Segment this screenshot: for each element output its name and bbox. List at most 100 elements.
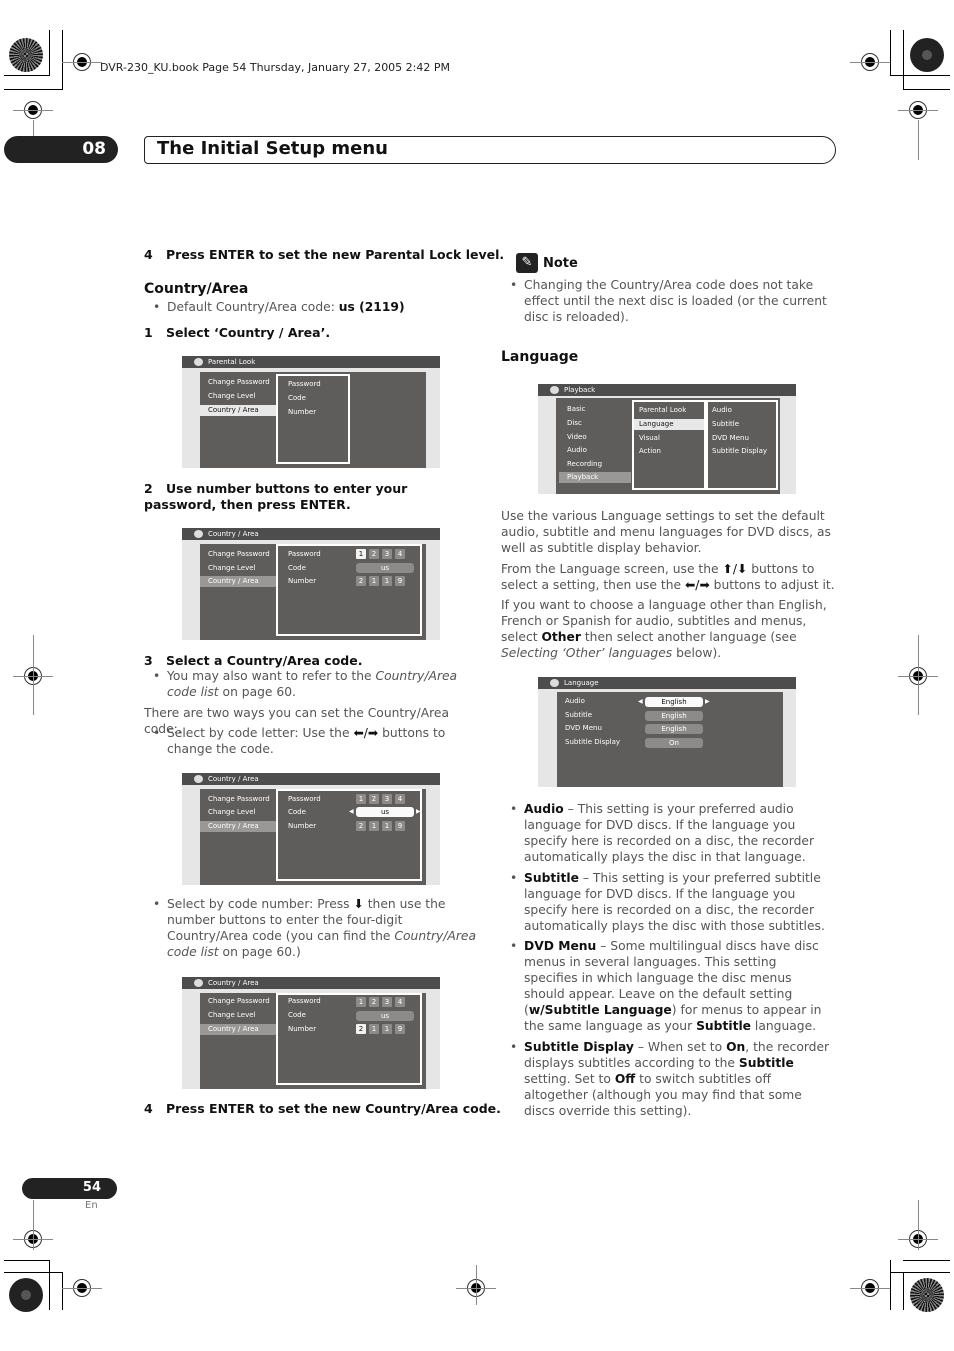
crop-mark xyxy=(62,30,63,90)
setting-label-subtitle: Subtitle xyxy=(565,711,593,719)
password-digit[interactable]: 2 xyxy=(369,794,379,804)
crop-mark xyxy=(4,1260,50,1261)
bold-term: Off xyxy=(614,1072,636,1086)
number-digit[interactable]: 1 xyxy=(369,821,379,831)
paragraph-text: buttons to adjust it. xyxy=(709,578,835,592)
step-number: 4 xyxy=(144,1101,153,1116)
option-subtitle[interactable]: Subtitle xyxy=(708,419,739,430)
code-value[interactable]: us xyxy=(356,807,414,817)
option-subtitle-display[interactable]: Subtitle Display xyxy=(708,446,767,457)
number-digit[interactable]: 1 xyxy=(382,1024,392,1034)
disc-icon xyxy=(194,775,203,783)
osd-title: Parental Look xyxy=(208,358,256,366)
password-digit[interactable]: 4 xyxy=(395,997,405,1007)
arrow-right-icon[interactable]: ▶ xyxy=(416,808,421,815)
submenu-visual[interactable]: Visual xyxy=(634,433,704,444)
menu-item-recording[interactable]: Recording xyxy=(559,459,631,470)
number-digit[interactable]: 9 xyxy=(395,821,405,831)
setting-value-subtitle[interactable]: English xyxy=(645,711,703,721)
number-digit[interactable]: 9 xyxy=(395,576,405,586)
registration-line xyxy=(918,120,919,160)
number-digit[interactable]: 1 xyxy=(382,576,392,586)
submenu-action[interactable]: Action xyxy=(634,446,704,457)
paragraph-text: then select another language (see xyxy=(580,630,797,644)
step-text: Select ‘Country / Area’. xyxy=(166,325,331,340)
arrow-left-icon[interactable]: ◀ xyxy=(349,808,354,815)
step-text: Select a Country/Area code. xyxy=(166,653,363,668)
number-digit-active[interactable]: 2 xyxy=(356,1024,366,1034)
submenu-language[interactable]: Language xyxy=(634,419,704,430)
registration-mark-icon xyxy=(62,1279,102,1297)
registration-mark-icon xyxy=(898,101,938,119)
up-down-arrow-icon: ⬆/⬇ xyxy=(722,562,748,576)
menu-item-country-area[interactable]: Country / Area xyxy=(200,576,276,587)
password-digit[interactable]: 2 xyxy=(369,997,379,1007)
option-audio[interactable]: Audio xyxy=(708,405,732,416)
number-digit[interactable]: 2 xyxy=(356,821,366,831)
menu-item-change-password[interactable]: Change Password xyxy=(200,794,276,805)
menu-item-audio[interactable]: Audio xyxy=(559,445,631,456)
number-digit[interactable]: 1 xyxy=(369,576,379,586)
arrow-left-icon[interactable]: ◀ xyxy=(638,698,643,705)
password-digit[interactable]: 1 xyxy=(356,794,366,804)
bold-term: w/Subtitle Language xyxy=(528,1003,672,1017)
menu-item-change-level[interactable]: Change Level xyxy=(200,391,276,402)
osd-country-area-number: Country / Area Change Password Change Le… xyxy=(182,977,440,1089)
field-number: Number xyxy=(288,822,317,830)
registration-mark-icon xyxy=(62,53,102,71)
crop-mark xyxy=(4,75,50,76)
password-digit[interactable]: 4 xyxy=(395,794,405,804)
password-digit[interactable]: 1 xyxy=(356,997,366,1007)
menu-item-playback[interactable]: Playback xyxy=(559,472,631,483)
code-value[interactable]: us xyxy=(356,563,414,573)
osd-title-bar: Country / Area xyxy=(182,528,440,540)
menu-item-disc[interactable]: Disc xyxy=(559,418,631,429)
menu-item-video[interactable]: Video xyxy=(559,432,631,443)
menu-item-country-area[interactable]: Country / Area xyxy=(200,1024,276,1035)
bold-term: Subtitle xyxy=(738,1056,794,1070)
password-digit[interactable]: 2 xyxy=(369,549,379,559)
setting-value-subtitle-display[interactable]: On xyxy=(645,738,703,748)
osd-parental-look: Parental Look Change Password Change Lev… xyxy=(182,356,440,468)
disc-icon xyxy=(550,386,559,394)
submenu-parental-look[interactable]: Parental Look xyxy=(634,405,704,416)
step-number: 3 xyxy=(144,653,153,668)
password-digit[interactable]: 1 xyxy=(356,549,366,559)
menu-item-country-area[interactable]: Country / Area xyxy=(200,821,276,832)
menu-item-country-area[interactable]: Country / Area xyxy=(200,405,276,416)
bold-term: On xyxy=(726,1040,746,1054)
registration-line xyxy=(918,635,919,715)
menu-item-change-level[interactable]: Change Level xyxy=(200,807,276,818)
osd-title-bar: Parental Look xyxy=(182,356,440,368)
field-password: Password xyxy=(288,795,321,803)
setting-label-dvd-menu: DVD Menu xyxy=(565,724,602,732)
paragraph-text: below). xyxy=(672,646,722,660)
bullet-term: Audio xyxy=(524,802,564,816)
default-code-bullet: Default Country/Area code: us (2119) xyxy=(144,299,487,315)
setting-value-audio[interactable]: English xyxy=(645,697,703,707)
number-digit[interactable]: 1 xyxy=(382,821,392,831)
language-navigation: From the Language screen, use the ⬆/⬇ bu… xyxy=(501,561,836,593)
menu-item-basic[interactable]: Basic xyxy=(559,404,631,415)
chapter-title: The Initial Setup menu xyxy=(157,138,388,159)
crop-mark xyxy=(4,1272,63,1273)
number-digit[interactable]: 1 xyxy=(369,1024,379,1034)
chapter-number: 08 xyxy=(82,139,106,159)
password-digit[interactable]: 3 xyxy=(382,997,392,1007)
password-digit[interactable]: 3 xyxy=(382,549,392,559)
menu-item-change-password[interactable]: Change Password xyxy=(200,996,276,1007)
number-digit[interactable]: 2 xyxy=(356,576,366,586)
password-digit[interactable]: 4 xyxy=(395,549,405,559)
menu-item-change-level[interactable]: Change Level xyxy=(200,1010,276,1021)
option-dvd-menu[interactable]: DVD Menu xyxy=(708,433,749,444)
code-value[interactable]: us xyxy=(356,1011,414,1021)
menu-item-change-level[interactable]: Change Level xyxy=(200,563,276,574)
field-code: Code xyxy=(288,564,306,572)
menu-item-change-password[interactable]: Change Password xyxy=(200,377,276,388)
number-digit[interactable]: 9 xyxy=(395,1024,405,1034)
setting-value-dvd-menu[interactable]: English xyxy=(645,724,703,734)
menu-item-change-password[interactable]: Change Password xyxy=(200,549,276,560)
bullet-text: Default Country/Area code: xyxy=(167,300,339,314)
password-digit[interactable]: 3 xyxy=(382,794,392,804)
arrow-right-icon[interactable]: ▶ xyxy=(705,698,710,705)
